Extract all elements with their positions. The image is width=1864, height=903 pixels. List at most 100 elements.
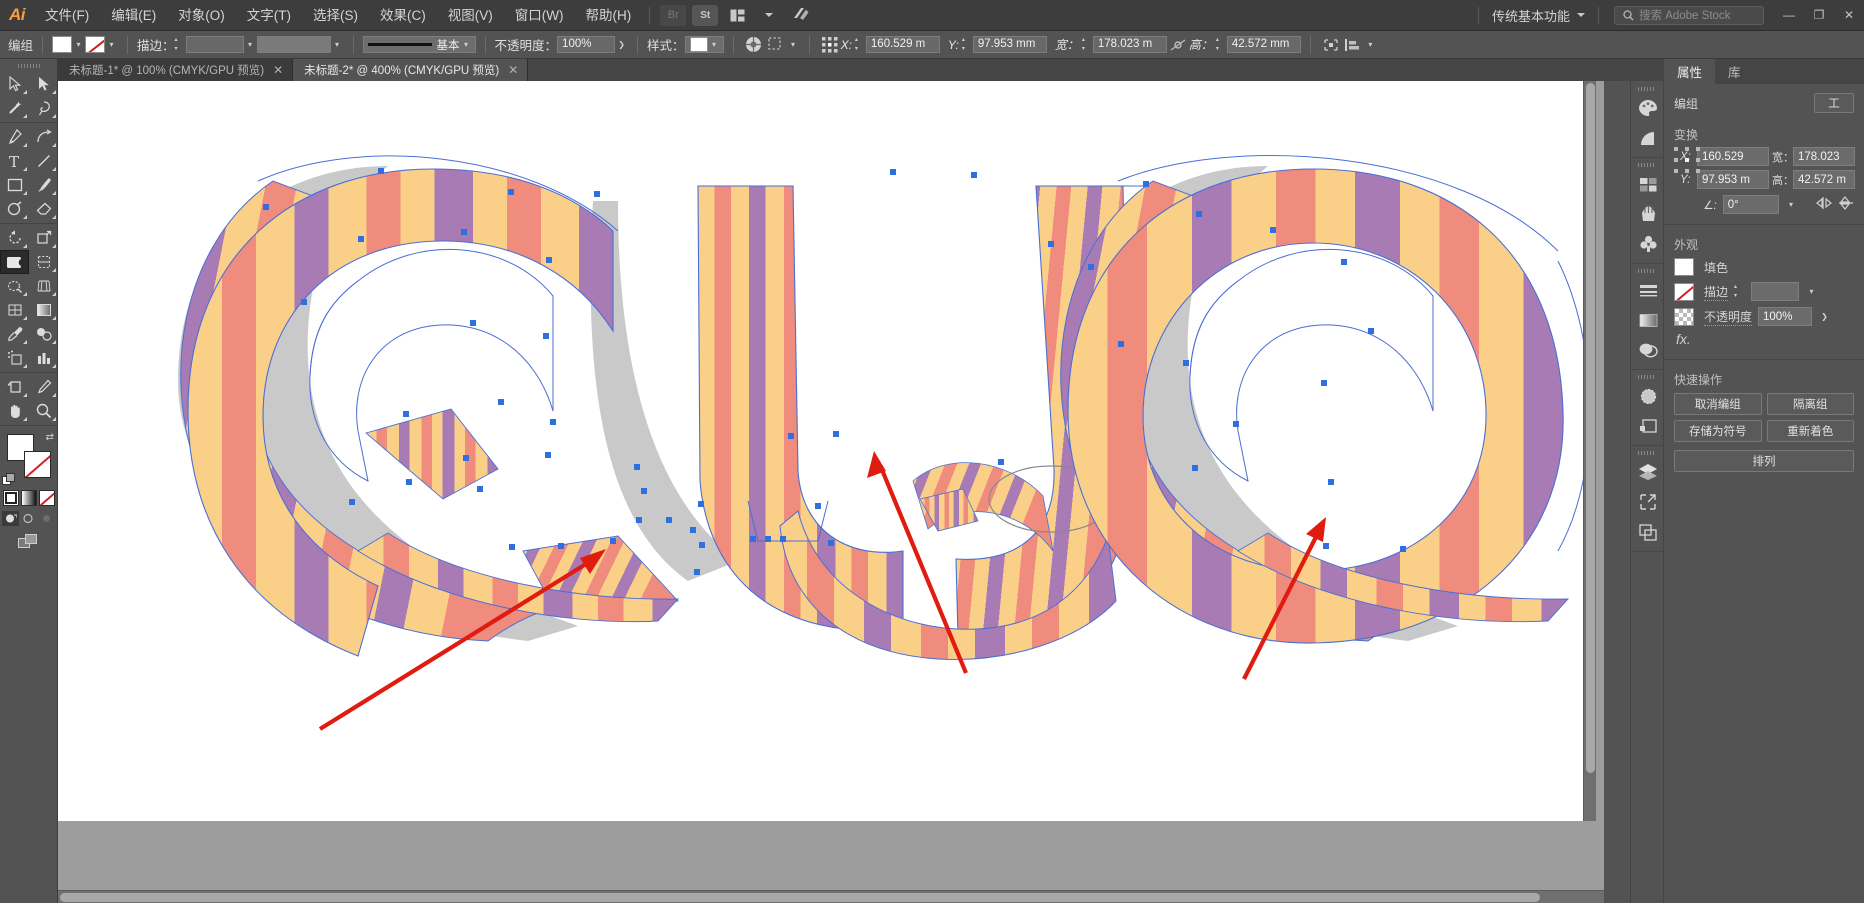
panel-width-field[interactable]: 178.023 xyxy=(1793,147,1855,166)
line-segment-tool[interactable] xyxy=(29,149,58,173)
menu-select[interactable]: 选择(S) xyxy=(302,0,369,31)
select-similar-icon[interactable] xyxy=(765,35,787,55)
workspace-switcher[interactable]: 传统基本功能 xyxy=(1486,6,1591,25)
asset-export-panel-icon[interactable] xyxy=(1631,487,1665,517)
close-button[interactable]: ✕ xyxy=(1834,0,1864,31)
recolor-button[interactable]: 重新着色 xyxy=(1766,420,1854,442)
panel-x-field[interactable]: 160.529 xyxy=(1697,147,1769,166)
width-field[interactable]: 178.023 m xyxy=(1092,36,1167,53)
maximize-button[interactable]: ❐ xyxy=(1804,0,1834,31)
artboard[interactable] xyxy=(58,81,1596,821)
panel-fill-swatch[interactable] xyxy=(1674,258,1694,276)
canvas-horizontal-scrollbar[interactable] xyxy=(58,890,1604,903)
panel-y-field[interactable]: 97.953 m xyxy=(1697,170,1769,189)
draw-behind-icon[interactable] xyxy=(20,511,37,526)
dock-grip-3[interactable] xyxy=(1631,267,1663,275)
minimize-button[interactable]: — xyxy=(1774,0,1804,31)
canvas-vertical-scrollbar[interactable] xyxy=(1583,81,1596,821)
creative-cloud-icon[interactable] xyxy=(788,5,814,26)
horizontal-scroll-thumb[interactable] xyxy=(60,893,1540,902)
width-stepper[interactable]: ▴ ▾ xyxy=(1082,37,1091,53)
column-graph-tool[interactable] xyxy=(29,346,58,370)
panel-opacity-field[interactable]: 100% xyxy=(1758,307,1813,326)
symbols-panel-icon[interactable] xyxy=(1631,229,1665,259)
transform-panel-icon[interactable] xyxy=(1320,35,1342,55)
type-tool[interactable]: T xyxy=(0,149,29,173)
panel-opacity-swatch[interactable] xyxy=(1674,307,1694,326)
height-stepper[interactable]: ▴ ▾ xyxy=(1216,37,1225,53)
stroke-profile-chevron-down-icon[interactable]: ▾ xyxy=(331,36,344,53)
perspective-grid-tool[interactable] xyxy=(29,274,58,298)
opacity-options-icon[interactable]: ❯ xyxy=(615,36,628,53)
symbol-sprayer-tool[interactable] xyxy=(0,346,29,370)
document-tab-2-close-icon[interactable]: ✕ xyxy=(508,64,518,76)
swap-fill-stroke-icon[interactable]: ⇄ xyxy=(46,432,54,443)
menu-file[interactable]: 文件(F) xyxy=(34,0,100,31)
arrange-button[interactable]: 排列 xyxy=(1674,450,1854,472)
width-tool[interactable] xyxy=(0,274,29,298)
zoom-tool[interactable] xyxy=(29,399,58,423)
selection-tool[interactable] xyxy=(0,72,29,96)
panel-height-field[interactable]: 42.572 m xyxy=(1793,170,1855,189)
isolate-group-button[interactable]: 隔离组 xyxy=(1766,393,1854,415)
opacity-field[interactable]: 100% xyxy=(557,36,616,53)
shape-builder-tool[interactable] xyxy=(0,250,29,274)
menu-help[interactable]: 帮助(H) xyxy=(574,0,642,31)
stroke-weight-chevron-down-icon[interactable]: ▾ xyxy=(244,36,257,53)
graphic-styles-panel-icon[interactable] xyxy=(1631,411,1665,441)
scale-tool[interactable] xyxy=(29,226,58,250)
align-chevron-down-icon[interactable]: ▾ xyxy=(1364,36,1377,53)
color-mode-gradient-icon[interactable] xyxy=(20,490,37,506)
stock-icon[interactable]: St xyxy=(692,4,719,26)
eyedropper-tool[interactable] xyxy=(0,322,29,346)
curvature-tool[interactable] xyxy=(29,125,58,149)
brushes-panel-icon[interactable] xyxy=(1631,199,1665,229)
blend-tool[interactable] xyxy=(29,322,58,346)
appearance-panel-icon[interactable] xyxy=(1631,381,1665,411)
gradient-panel-icon[interactable] xyxy=(1631,305,1665,335)
tools-panel-grip[interactable] xyxy=(0,61,57,70)
menu-window[interactable]: 窗口(W) xyxy=(504,0,575,31)
canvas-area[interactable] xyxy=(58,81,1604,903)
draw-normal-icon[interactable] xyxy=(2,511,19,526)
menu-type[interactable]: 文字(T) xyxy=(236,0,302,31)
dock-grip-4[interactable] xyxy=(1631,373,1663,381)
stroke-profile-field[interactable] xyxy=(256,36,331,53)
angle-chevron-down-icon[interactable]: ▾ xyxy=(1785,196,1797,213)
mesh-tool[interactable] xyxy=(0,298,29,322)
color-guide-panel-icon[interactable] xyxy=(1631,123,1665,153)
layers-panel-icon[interactable] xyxy=(1631,457,1665,487)
arrange-documents-icon[interactable] xyxy=(724,5,750,26)
gradient-tool[interactable] xyxy=(29,298,58,322)
arrange-chevron-down-icon[interactable] xyxy=(756,5,782,26)
fill-chevron-down-icon[interactable]: ▾ xyxy=(72,36,85,53)
document-tab-1[interactable]: 未标题-1* @ 100% (CMYK/GPU 预览) ✕ xyxy=(58,59,294,81)
rectangle-tool[interactable] xyxy=(0,173,29,197)
tab-properties[interactable]: 属性 xyxy=(1664,59,1716,84)
stroke-color-swatch[interactable] xyxy=(85,36,106,53)
eraser-tool[interactable] xyxy=(29,197,58,221)
artboards-panel-icon[interactable] xyxy=(1631,517,1665,547)
align-panel-icon[interactable] xyxy=(1342,35,1364,55)
panel-angle-field[interactable]: 0° xyxy=(1722,195,1780,214)
dock-grip-2[interactable] xyxy=(1631,161,1663,169)
toolbar-stroke-swatch[interactable] xyxy=(24,451,51,478)
fx-button[interactable]: fx. xyxy=(1676,331,1691,347)
flip-horizontal-icon[interactable] xyxy=(1816,196,1832,213)
ungroup-button[interactable]: 取消编组 xyxy=(1674,393,1762,415)
artboard-tool[interactable] xyxy=(0,375,29,399)
swatches-panel-icon[interactable] xyxy=(1631,169,1665,199)
color-mode-solid-icon[interactable] xyxy=(2,490,19,506)
magic-wand-tool[interactable] xyxy=(0,96,29,120)
menu-edit[interactable]: 编辑(E) xyxy=(100,0,167,31)
select-similar-chevron-down-icon[interactable]: ▾ xyxy=(787,36,800,53)
save-as-symbol-button[interactable]: 存储为符号 xyxy=(1674,420,1762,442)
direct-selection-tool[interactable] xyxy=(29,72,58,96)
free-transform-tool[interactable] xyxy=(29,250,58,274)
panel-stroke-stepper[interactable]: ▴ ▾ xyxy=(1734,284,1743,300)
panel-stroke-swatch[interactable] xyxy=(1674,282,1694,301)
document-tab-2[interactable]: 未标题-2* @ 400% (CMYK/GPU 预览) ✕ xyxy=(293,59,529,81)
stock-search-input[interactable]: 搜索 Adobe Stock xyxy=(1614,5,1764,25)
x-stepper[interactable]: ▴ ▾ xyxy=(855,37,864,53)
panel-stroke-chevron-down-icon[interactable]: ▾ xyxy=(1805,283,1818,300)
